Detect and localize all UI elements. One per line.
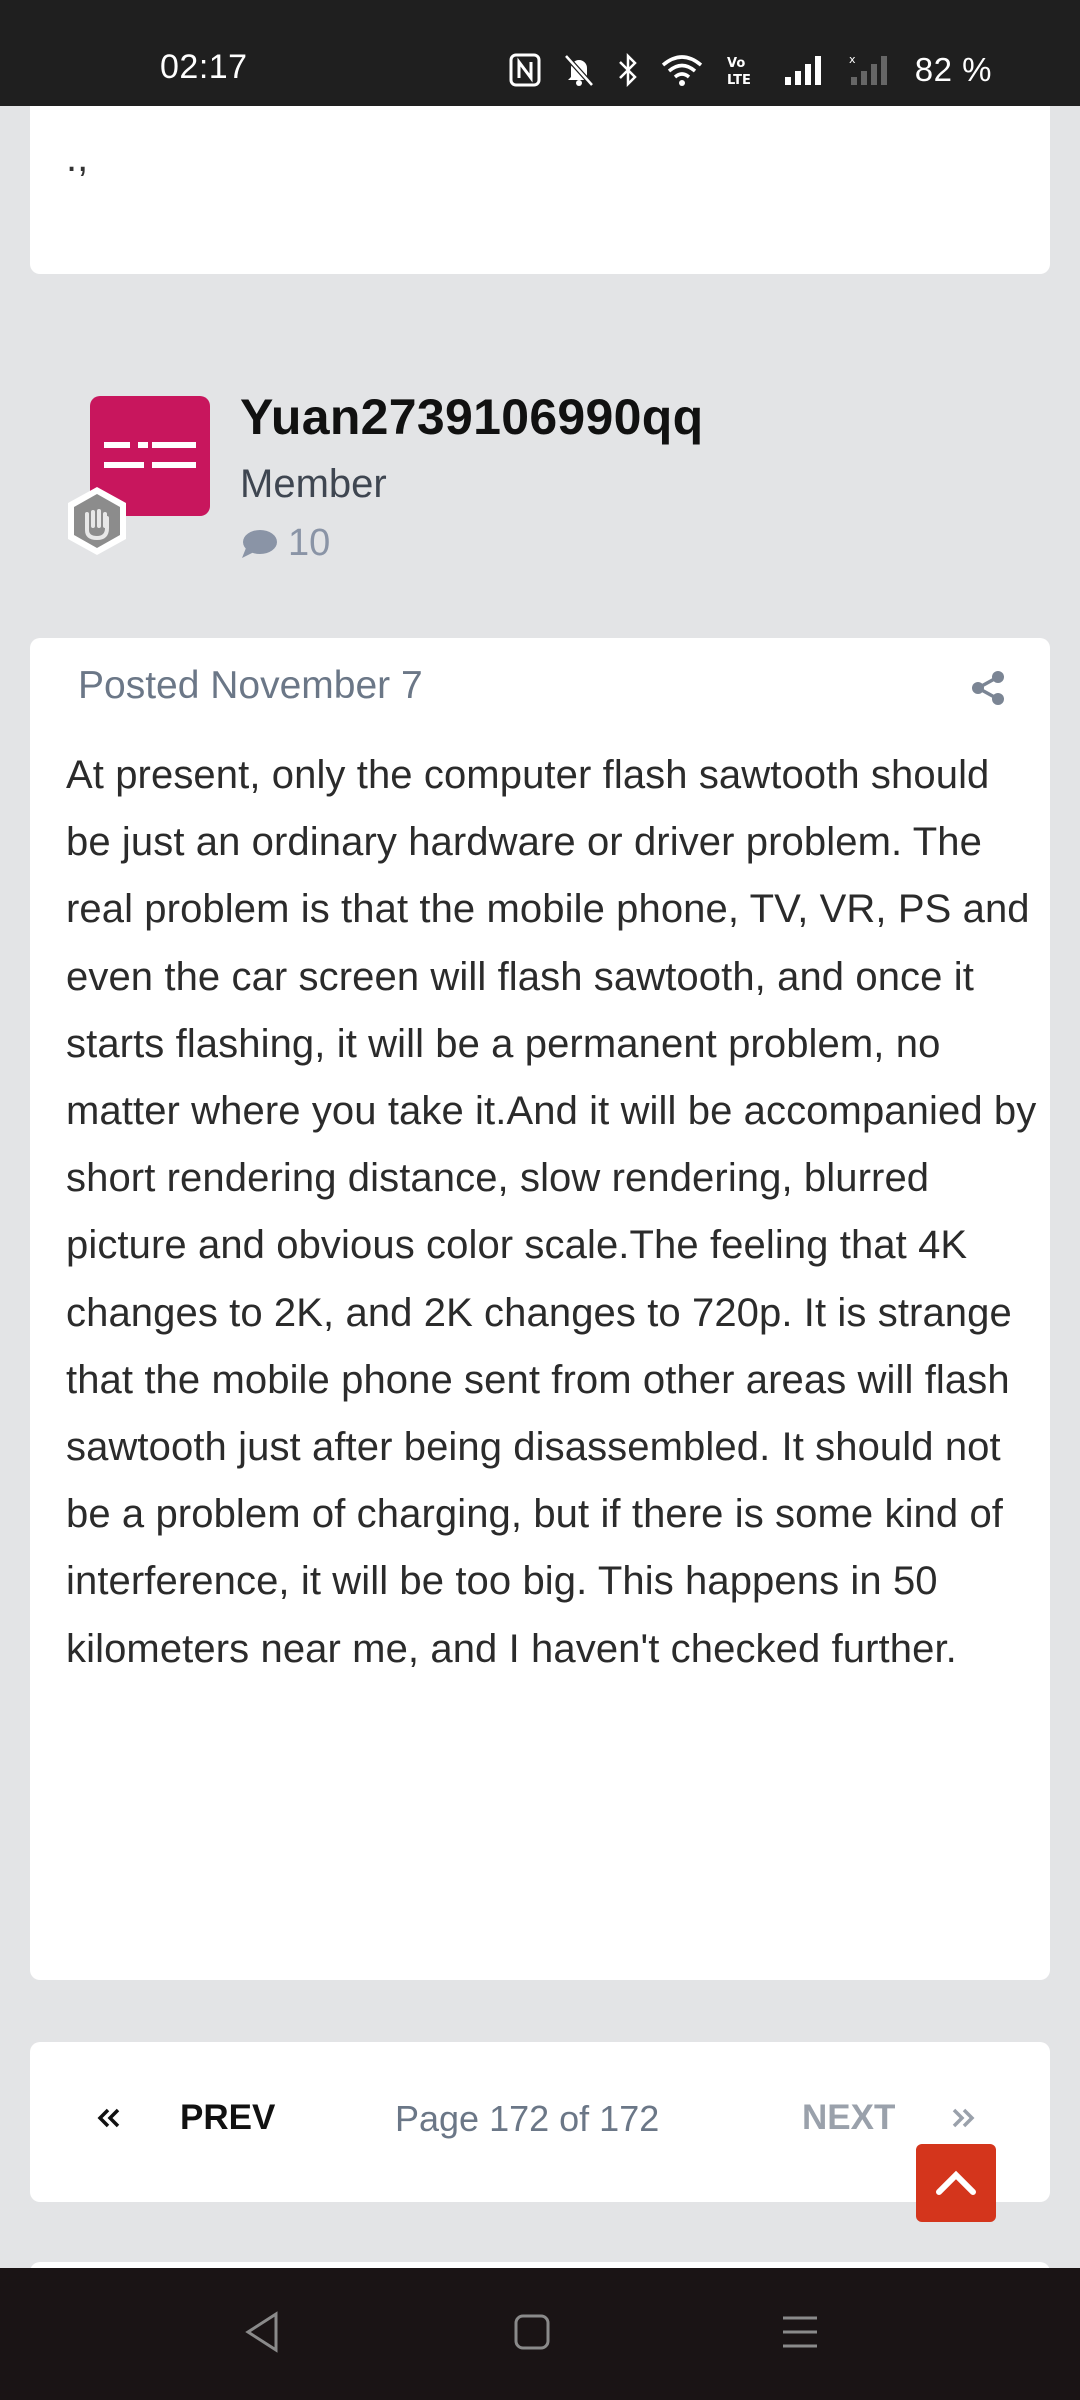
bluetooth-icon [618,53,637,87]
back-to-top-button[interactable] [916,2144,996,2222]
svg-text:LTE: LTE [727,73,751,87]
signal-no-sim-icon: x [849,53,887,85]
post-count-value: 10 [288,522,331,564]
nav-home-icon[interactable] [512,2310,552,2359]
previous-post-card: ., [30,106,1050,274]
wifi-icon [661,55,702,86]
svg-text:Vo: Vo [727,56,745,71]
double-chevron-right-icon [950,2100,978,2141]
nfc-icon [509,53,541,87]
comment-icon [242,529,277,558]
post-date[interactable]: Posted November 7 [78,664,423,708]
share-icon[interactable] [970,670,1006,711]
status-time: 02:17 [160,48,248,86]
chevron-up-icon [936,2170,976,2195]
nav-recents-icon[interactable] [780,2310,820,2359]
author-name[interactable]: Yuan2739106990qq [240,388,703,446]
battery-percentage: 82 % [914,51,992,88]
pagination: PREV Page 172 of 172 NEXT [30,2042,1050,2202]
page-indicator[interactable]: Page 172 of 172 [395,2098,659,2140]
status-icons: Vo LTE x 82 % [509,50,992,90]
rank-badge-icon [60,484,134,558]
next-button: NEXT [802,2098,896,2137]
author-role: Member [240,462,387,506]
prev-button[interactable]: PREV [180,2098,275,2138]
author-post-count: 10 [240,522,330,565]
double-chevron-left-icon[interactable] [94,2100,122,2141]
post-card: Posted November 7 At present, only the c… [30,638,1050,1980]
mute-icon [563,54,594,87]
volte-icon: Vo LTE [727,56,751,87]
system-nav-bar [0,2268,1080,2400]
signal-icon [784,56,821,85]
post-body: At present, only the computer flash sawt… [66,753,1037,1671]
svg-text:x: x [849,53,856,66]
status-bar: 02:17 Vo LTE x 82 % [0,0,1080,106]
previous-post-text: ., [66,136,89,180]
nav-back-icon[interactable] [242,2310,282,2359]
